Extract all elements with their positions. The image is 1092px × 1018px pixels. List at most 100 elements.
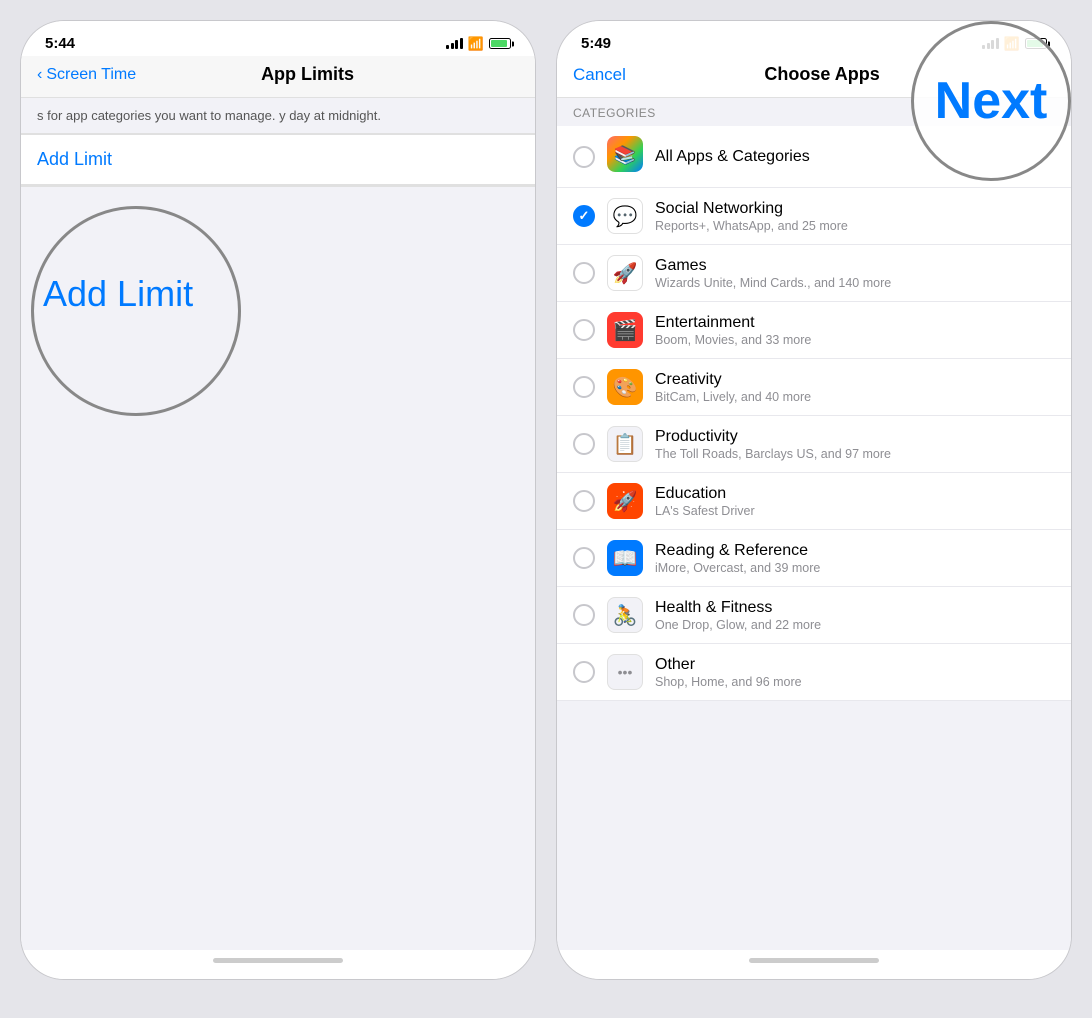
radio-reading[interactable] <box>573 547 595 569</box>
empty-area-right <box>557 701 1071 950</box>
signal-bar-2 <box>451 43 454 49</box>
category-icon-education: 🚀 <box>607 483 643 519</box>
signal-bars-right <box>982 38 999 49</box>
status-time-right: 5:49 <box>581 35 611 52</box>
radio-entertainment[interactable] <box>573 319 595 341</box>
category-item-health[interactable]: 🚴 Health & FitnessOne Drop, Glow, and 22 … <box>557 587 1071 644</box>
svg-text:📚: 📚 <box>614 145 636 165</box>
category-name-reading: Reading & Reference <box>655 542 1055 560</box>
radio-productivity[interactable] <box>573 433 595 455</box>
home-indicator-right <box>557 950 1071 979</box>
category-sub-entertainment: Boom, Movies, and 33 more <box>655 333 1055 347</box>
category-text-all: All Apps & Categories <box>655 148 1055 166</box>
nav-bar-right: Cancel Choose Apps Next <box>557 56 1071 98</box>
category-item-games[interactable]: 🚀 GamesWizards Unite, Mind Cards., and 14… <box>557 245 1071 302</box>
category-name-creativity: Creativity <box>655 371 1055 389</box>
category-text-games: GamesWizards Unite, Mind Cards., and 140… <box>655 257 1055 290</box>
signal-bar-4 <box>460 38 463 49</box>
category-item-all[interactable]: 📚 All Apps & Categories <box>557 126 1071 188</box>
category-sub-education: LA's Safest Driver <box>655 504 1055 518</box>
status-icons-left: 📶 <box>446 36 511 52</box>
category-text-health: Health & FitnessOne Drop, Glow, and 22 m… <box>655 599 1055 632</box>
radio-creativity[interactable] <box>573 376 595 398</box>
page-title-left: App Limits <box>261 64 354 85</box>
category-icon-productivity: 📋 <box>607 426 643 462</box>
category-icon-creativity: 🎨 <box>607 369 643 405</box>
add-limit-row[interactable]: Add Limit <box>21 134 535 185</box>
category-item-creativity[interactable]: 🎨 CreativityBitCam, Lively, and 40 more <box>557 359 1071 416</box>
right-phone: Next 5:49 📶 Cancel Choose Apps <box>556 20 1072 980</box>
category-text-creativity: CreativityBitCam, Lively, and 40 more <box>655 371 1055 404</box>
category-sub-other: Shop, Home, and 96 more <box>655 675 1055 689</box>
category-sub-health: One Drop, Glow, and 22 more <box>655 618 1055 632</box>
home-bar-left <box>213 958 343 963</box>
category-text-social: Social NetworkingReports+, WhatsApp, and… <box>655 200 1055 233</box>
category-name-social: Social Networking <box>655 200 1055 218</box>
back-button[interactable]: ‹ Screen Time <box>37 66 136 84</box>
category-text-education: EducationLA's Safest Driver <box>655 485 1055 518</box>
cancel-button[interactable]: Cancel <box>573 65 626 85</box>
signal-bar-3 <box>455 40 458 49</box>
radio-social[interactable] <box>573 205 595 227</box>
category-icon-health: 🚴 <box>607 597 643 633</box>
categories-header: CATEGORIES <box>557 98 1071 126</box>
radio-all[interactable] <box>573 146 595 168</box>
category-item-other[interactable]: ••• OtherShop, Home, and 96 more <box>557 644 1071 701</box>
category-item-productivity[interactable]: 📋 ProductivityThe Toll Roads, Barclays US… <box>557 416 1071 473</box>
subtitle-bar: s for app categories you want to manage.… <box>21 98 535 134</box>
radio-other[interactable] <box>573 661 595 683</box>
nav-bar-left: ‹ Screen Time App Limits <box>21 56 535 98</box>
category-item-social[interactable]: 💬 Social NetworkingReports+, WhatsApp, an… <box>557 188 1071 245</box>
category-name-other: Other <box>655 656 1055 674</box>
back-label: Screen Time <box>46 66 136 84</box>
left-phone: Add Limit 5:44 📶 ‹ Screen Time <box>20 20 536 980</box>
battery-fill-right <box>1027 40 1043 47</box>
signal-bar-1 <box>446 45 449 49</box>
signal-bar-r4 <box>996 38 999 49</box>
category-icon-social: 💬 <box>607 198 643 234</box>
subtitle-text: s for app categories you want to manage.… <box>37 108 381 123</box>
battery-fill-left <box>491 40 507 47</box>
category-icon-other: ••• <box>607 654 643 690</box>
category-name-entertainment: Entertainment <box>655 314 1055 332</box>
wifi-icon-left: 📶 <box>468 36 484 52</box>
status-time-left: 5:44 <box>45 35 75 52</box>
add-limit-label[interactable]: Add Limit <box>37 149 112 169</box>
category-text-entertainment: EntertainmentBoom, Movies, and 33 more <box>655 314 1055 347</box>
battery-icon-right <box>1025 38 1047 49</box>
category-item-reading[interactable]: 📖 Reading & ReferenceiMore, Overcast, and… <box>557 530 1071 587</box>
category-name-games: Games <box>655 257 1055 275</box>
category-name-all: All Apps & Categories <box>655 148 1055 166</box>
category-sub-reading: iMore, Overcast, and 39 more <box>655 561 1055 575</box>
category-sub-social: Reports+, WhatsApp, and 25 more <box>655 219 1055 233</box>
chevron-left-icon: ‹ <box>37 66 42 84</box>
category-sub-creativity: BitCam, Lively, and 40 more <box>655 390 1055 404</box>
category-sub-productivity: The Toll Roads, Barclays US, and 97 more <box>655 447 1055 461</box>
page-title-right: Choose Apps <box>764 64 879 85</box>
status-bar-left: 5:44 📶 <box>21 21 535 56</box>
radio-health[interactable] <box>573 604 595 626</box>
category-icon-all: 📚 <box>607 136 643 177</box>
category-list: 📚 All Apps & Categories 💬 Social Networkin… <box>557 126 1071 701</box>
category-name-productivity: Productivity <box>655 428 1055 446</box>
category-name-health: Health & Fitness <box>655 599 1055 617</box>
status-bar-right: 5:49 📶 <box>557 21 1071 56</box>
signal-bar-r3 <box>991 40 994 49</box>
category-item-education[interactable]: 🚀 EducationLA's Safest Driver <box>557 473 1071 530</box>
empty-area-left <box>21 187 535 950</box>
category-text-reading: Reading & ReferenceiMore, Overcast, and … <box>655 542 1055 575</box>
category-icon-games: 🚀 <box>607 255 643 291</box>
category-name-education: Education <box>655 485 1055 503</box>
radio-education[interactable] <box>573 490 595 512</box>
signal-bar-r2 <box>987 43 990 49</box>
wifi-icon-right: 📶 <box>1004 36 1020 52</box>
category-icon-entertainment: 🎬 <box>607 312 643 348</box>
category-item-entertainment[interactable]: 🎬 EntertainmentBoom, Movies, and 33 more <box>557 302 1071 359</box>
signal-bars-left <box>446 38 463 49</box>
category-text-productivity: ProductivityThe Toll Roads, Barclays US,… <box>655 428 1055 461</box>
home-indicator-left <box>21 950 535 979</box>
radio-games[interactable] <box>573 262 595 284</box>
category-text-other: OtherShop, Home, and 96 more <box>655 656 1055 689</box>
category-icon-reading: 📖 <box>607 540 643 576</box>
battery-icon-left <box>489 38 511 49</box>
